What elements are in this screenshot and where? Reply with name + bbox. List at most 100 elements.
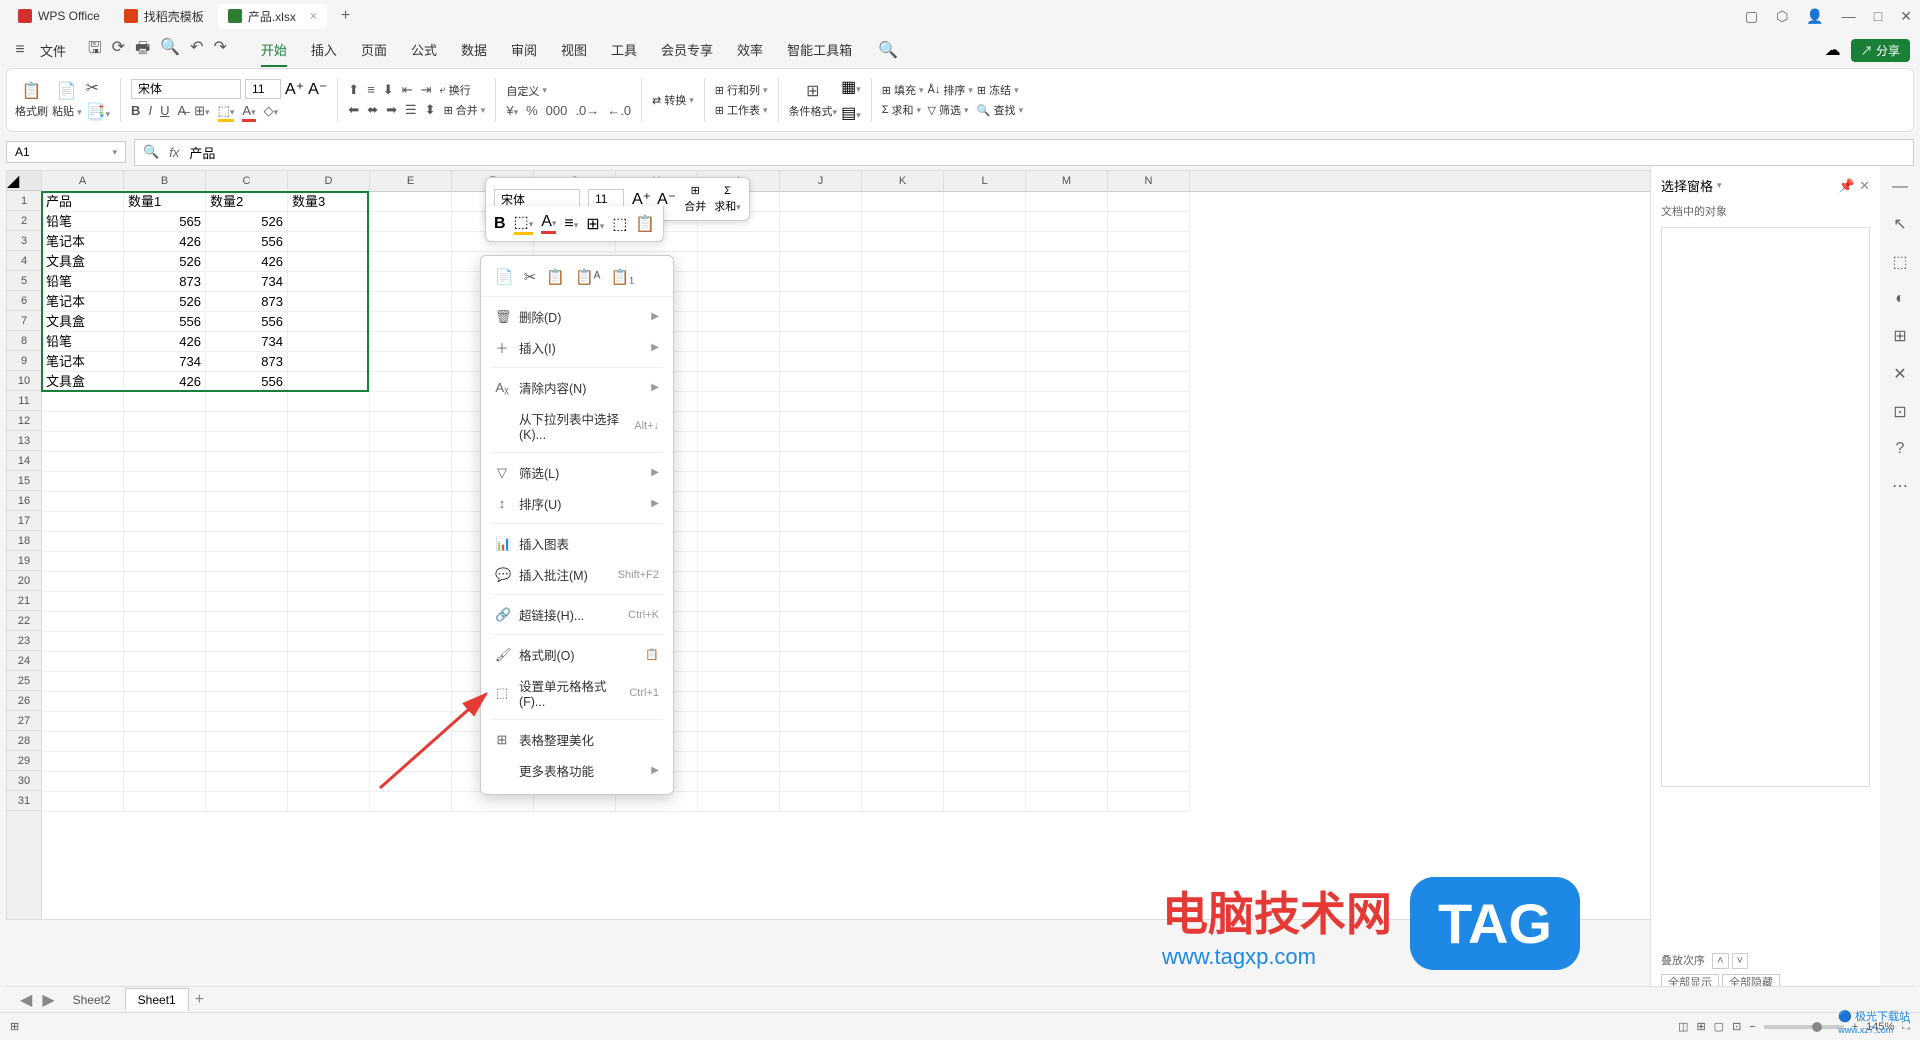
cell[interactable] xyxy=(288,332,370,352)
cell[interactable]: 526 xyxy=(124,292,206,312)
cell[interactable] xyxy=(1026,452,1108,472)
cell[interactable] xyxy=(370,612,452,632)
row-header[interactable]: 19 xyxy=(7,551,41,571)
format-painter-button[interactable]: 📋格式刷 xyxy=(15,81,48,119)
align-center-icon[interactable]: ⬌ xyxy=(367,102,378,118)
cell[interactable] xyxy=(698,492,780,512)
cell[interactable] xyxy=(698,252,780,272)
cell[interactable] xyxy=(862,432,944,452)
cell[interactable] xyxy=(1026,752,1108,772)
cell[interactable] xyxy=(862,572,944,592)
tools-icon[interactable]: ✕ xyxy=(1893,364,1906,384)
cell[interactable] xyxy=(42,572,124,592)
row-header[interactable]: 25 xyxy=(7,671,41,691)
cell[interactable] xyxy=(862,272,944,292)
row-header[interactable]: 2 xyxy=(7,211,41,231)
cell[interactable] xyxy=(862,592,944,612)
cond-format-button[interactable]: ⊞条件格式▾ xyxy=(789,81,838,119)
cell[interactable] xyxy=(1026,552,1108,572)
cell[interactable] xyxy=(124,492,206,512)
font-size-select[interactable] xyxy=(245,79,281,99)
cell[interactable]: 734 xyxy=(206,272,288,292)
cell[interactable] xyxy=(288,452,370,472)
filter-button[interactable]: ▽ 筛选▾ xyxy=(927,102,972,118)
cm-item[interactable]: ⊞表格整理美化 xyxy=(481,724,673,755)
col-header[interactable]: J xyxy=(780,171,862,191)
cm-item[interactable]: ▽筛选(L)▶ xyxy=(481,457,673,488)
cell[interactable] xyxy=(206,472,288,492)
paste-button[interactable]: 📄粘贴 ▾ xyxy=(52,81,82,119)
cell[interactable] xyxy=(944,212,1026,232)
cell[interactable] xyxy=(862,452,944,472)
cell[interactable] xyxy=(698,652,780,672)
tab-page[interactable]: 页面 xyxy=(361,34,387,67)
cell[interactable] xyxy=(1026,372,1108,392)
cube-icon[interactable]: ⬡ xyxy=(1776,8,1788,25)
clear-format-button[interactable]: ◇▾ xyxy=(264,103,279,122)
mini-align-button[interactable]: ≡▾ xyxy=(564,215,578,233)
cell[interactable] xyxy=(780,252,862,272)
cell[interactable]: 873 xyxy=(206,352,288,372)
cell[interactable] xyxy=(862,692,944,712)
cut-icon[interactable]: ✂ xyxy=(86,78,110,98)
cell[interactable] xyxy=(370,272,452,292)
cell[interactable]: 426 xyxy=(124,332,206,352)
row-header[interactable]: 12 xyxy=(7,411,41,431)
italic-button[interactable]: I xyxy=(148,103,152,122)
cell[interactable] xyxy=(370,192,452,212)
cell[interactable] xyxy=(206,712,288,732)
cell[interactable] xyxy=(1108,612,1190,632)
cell[interactable] xyxy=(370,632,452,652)
cell[interactable] xyxy=(698,732,780,752)
cell[interactable] xyxy=(42,532,124,552)
cell[interactable] xyxy=(288,232,370,252)
cell[interactable] xyxy=(1026,792,1108,812)
row-header[interactable]: 16 xyxy=(7,491,41,511)
cell[interactable]: 文具盒 xyxy=(42,252,124,272)
cell[interactable] xyxy=(1108,272,1190,292)
cell[interactable] xyxy=(1108,392,1190,412)
cell[interactable] xyxy=(42,492,124,512)
cell[interactable] xyxy=(862,752,944,772)
cell[interactable] xyxy=(124,412,206,432)
collapse-icon[interactable]: — xyxy=(1892,178,1908,196)
cell[interactable] xyxy=(780,552,862,572)
cell[interactable]: 铅笔 xyxy=(42,212,124,232)
cell[interactable] xyxy=(862,232,944,252)
cell[interactable] xyxy=(1108,572,1190,592)
cell[interactable]: 铅笔 xyxy=(42,272,124,292)
cell[interactable] xyxy=(42,472,124,492)
cell[interactable] xyxy=(1026,532,1108,552)
cell[interactable] xyxy=(862,712,944,732)
cell[interactable] xyxy=(1108,412,1190,432)
cell[interactable] xyxy=(698,612,780,632)
cell[interactable] xyxy=(944,332,1026,352)
row-header[interactable]: 24 xyxy=(7,651,41,671)
cell[interactable] xyxy=(944,492,1026,512)
cell[interactable] xyxy=(698,672,780,692)
help-icon[interactable]: ? xyxy=(1896,440,1905,458)
cell[interactable] xyxy=(370,492,452,512)
tab-data[interactable]: 数据 xyxy=(461,34,487,67)
cell[interactable] xyxy=(1026,572,1108,592)
cell[interactable] xyxy=(1026,712,1108,732)
share-button[interactable]: ↗ 分享 xyxy=(1851,39,1910,62)
cell[interactable] xyxy=(1026,272,1108,292)
cell[interactable] xyxy=(288,312,370,332)
cell[interactable] xyxy=(370,212,452,232)
cell[interactable] xyxy=(42,412,124,432)
cell[interactable] xyxy=(698,432,780,452)
cell[interactable] xyxy=(206,512,288,532)
cell[interactable] xyxy=(1108,592,1190,612)
row-header[interactable]: 30 xyxy=(7,771,41,791)
merge-button[interactable]: ⊞ 合并▾ xyxy=(444,102,486,118)
cell[interactable] xyxy=(1026,332,1108,352)
tab-tools[interactable]: 工具 xyxy=(611,34,637,67)
cell[interactable] xyxy=(698,472,780,492)
print-icon[interactable]: 🖶 xyxy=(135,37,150,64)
cell[interactable] xyxy=(780,312,862,332)
cell[interactable] xyxy=(370,292,452,312)
cell[interactable] xyxy=(124,772,206,792)
font-select[interactable] xyxy=(131,79,241,99)
tab-efficiency[interactable]: 效率 xyxy=(737,34,763,67)
